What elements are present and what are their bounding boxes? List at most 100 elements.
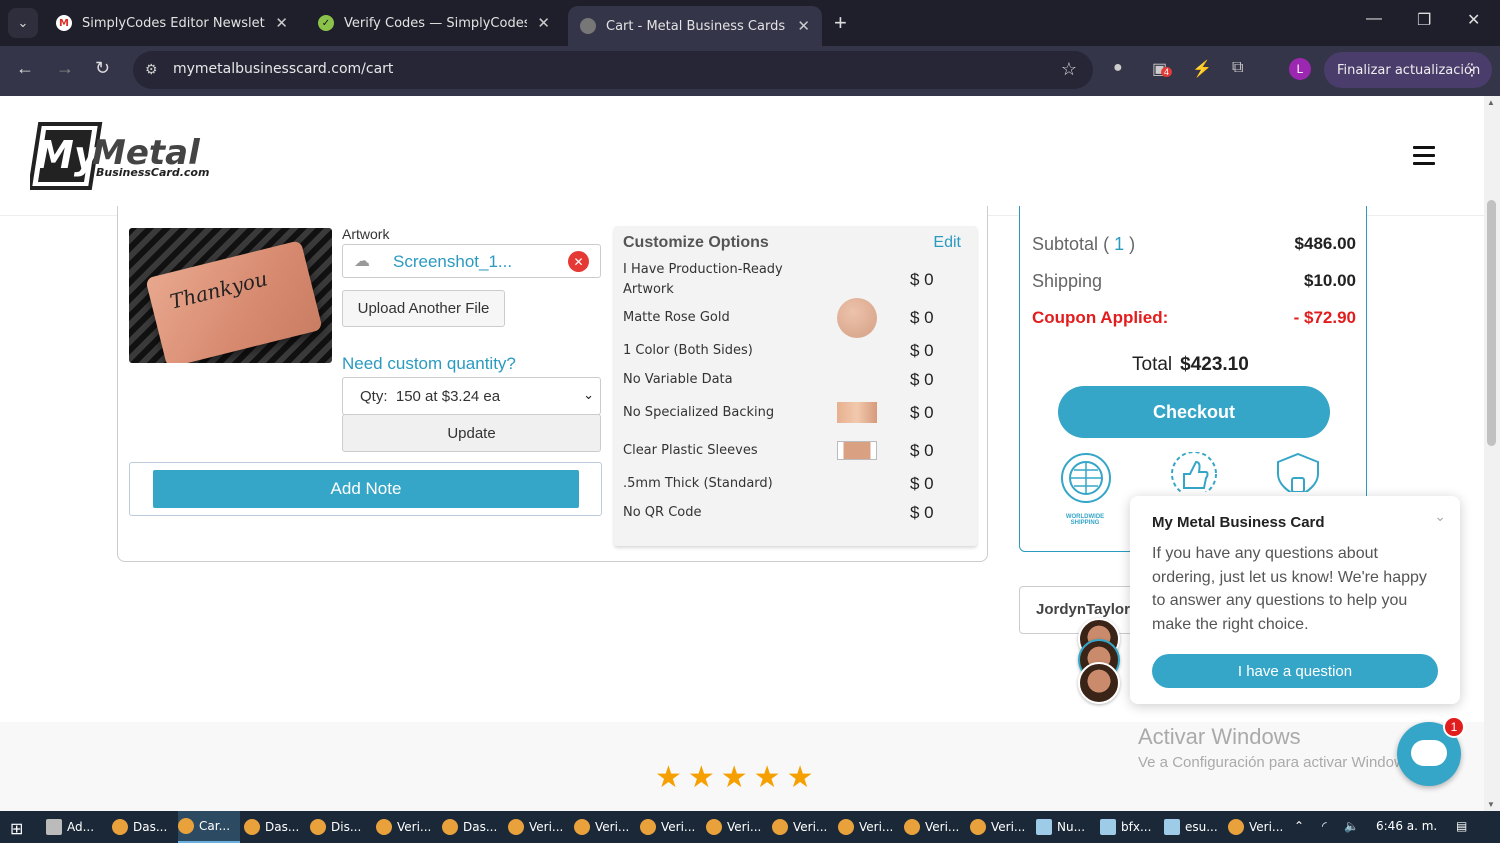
tab-label: Verify Codes — SimplyCodes [344, 15, 528, 31]
taskbar-item[interactable]: Das... [112, 811, 174, 843]
mymetal-logo[interactable]: My Metal BusinessCard.com [30, 116, 210, 194]
tab-cart[interactable]: Cart - Metal Business Cards | M ✕ [568, 6, 822, 46]
note-box: Add Note [129, 462, 602, 516]
close-tab-icon[interactable]: ✕ [275, 14, 288, 32]
close-window-icon[interactable]: ✕ [1467, 10, 1480, 30]
bookmark-star-icon[interactable]: ☆ [1061, 59, 1077, 80]
quantity-select[interactable]: Qty: 150 at $3.24 ea ⌄ [342, 377, 601, 415]
option-price: $ 0 [910, 308, 934, 327]
taskbar-item[interactable]: bfx... [1100, 811, 1162, 843]
subtotal-count: 1 [1114, 234, 1125, 254]
chevron-down-icon[interactable]: ⌄ [1434, 508, 1446, 525]
forward-icon[interactable]: → [56, 58, 74, 79]
taskbar-item[interactable]: Veri... [574, 811, 636, 843]
option-price: $ 0 [910, 403, 934, 422]
checkout-button[interactable]: Checkout [1058, 386, 1330, 438]
reload-icon[interactable]: ↻ [95, 58, 110, 79]
option-price: $ 0 [910, 474, 934, 493]
profile-avatar[interactable]: L [1289, 58, 1311, 80]
tab-search-button[interactable]: ⌄ [8, 8, 38, 38]
taskbar-item[interactable]: Veri... [970, 811, 1032, 843]
chat-popup: My Metal Business Card ⌄ If you have any… [1130, 496, 1460, 704]
upload-another-file-button[interactable]: Upload Another File [342, 290, 505, 327]
url-text[interactable]: mymetalbusinesscard.com/cart [173, 61, 393, 77]
taskbar-clock[interactable]: 6:46 a. m. [1376, 819, 1437, 833]
windows-start-icon[interactable]: ⊞ [10, 819, 23, 839]
taskbar-item[interactable]: Nu... [1036, 811, 1098, 843]
option-artwork: I Have Production-Ready Artwork [623, 262, 783, 297]
option-qr-code: No QR Code [623, 505, 702, 520]
close-tab-icon[interactable]: ✕ [797, 17, 810, 35]
cloud-upload-icon: ☁ [354, 253, 370, 270]
sleeve-swatch [837, 441, 877, 460]
five-star-rating: ★★★★★ [655, 761, 820, 794]
new-tab-icon[interactable]: + [834, 10, 847, 36]
volume-icon[interactable]: 🔈 [1344, 819, 1359, 833]
hamburger-menu-icon[interactable] [1413, 146, 1435, 170]
chat-title: My Metal Business Card [1152, 514, 1325, 531]
extension-badge-icon[interactable]: ▣ 4 [1152, 59, 1173, 79]
worldwide-shipping-label: WORLDWIDE SHIPPING [1065, 514, 1105, 526]
option-backing: No Specialized Backing [623, 405, 775, 420]
mymetal-icon [580, 18, 596, 34]
option-price: $ 0 [910, 270, 934, 289]
chevron-down-icon: ⌄ [583, 387, 594, 402]
artwork-thumbnail[interactable]: Thankyou [129, 228, 332, 363]
taskbar-item[interactable]: Veri... [1228, 811, 1290, 843]
back-icon[interactable]: ← [16, 58, 34, 79]
thumbs-up-icon [1171, 452, 1217, 492]
site-info-icon[interactable]: ⚙ [145, 61, 158, 78]
uploaded-file-field: ☁ Screenshot_1... ✕ [342, 244, 601, 278]
taskbar-item[interactable]: Veri... [376, 811, 438, 843]
browser-toolbar: ← → ↻ ⚙ mymetalbusinesscard.com/cart ☆ ●… [0, 46, 1500, 96]
finish-update-button[interactable]: Finalizar actualización ⋮ [1324, 52, 1492, 88]
agent-avatar[interactable] [1078, 662, 1120, 704]
tray-chevron-icon[interactable]: ⌃ [1294, 819, 1304, 833]
page-content: My Metal BusinessCard.com Thankyou Artwo… [0, 96, 1484, 811]
page-scrollbar[interactable]: ▲ ▼ [1484, 96, 1500, 811]
minimize-icon[interactable]: — [1366, 10, 1382, 28]
chat-unread-badge: 1 [1443, 716, 1465, 738]
taskbar-item[interactable]: Das... [442, 811, 504, 843]
extension-icon[interactable]: ● [1113, 59, 1123, 77]
tab-label: Cart - Metal Business Cards | M [606, 18, 787, 34]
update-button[interactable]: Update [342, 414, 601, 452]
taskbar-item[interactable]: Veri... [904, 811, 966, 843]
address-bar[interactable]: ⚙ mymetalbusinesscard.com/cart ☆ [133, 51, 1093, 89]
chat-launcher-button[interactable]: 1 [1397, 716, 1465, 786]
file-name[interactable]: Screenshot_1... [393, 252, 512, 272]
remove-file-icon[interactable]: ✕ [568, 251, 589, 272]
taskbar-item[interactable]: Ad... [46, 811, 108, 843]
restore-icon[interactable]: ❐ [1417, 10, 1431, 30]
taskbar-item[interactable]: Veri... [508, 811, 570, 843]
bolt-extension-icon[interactable]: ⚡ [1192, 59, 1212, 79]
svg-text:BusinessCard.com: BusinessCard.com [96, 166, 209, 179]
taskbar-item[interactable]: Das... [244, 811, 306, 843]
option-material: Matte Rose Gold [623, 310, 730, 325]
taskbar-item[interactable]: Dis... [310, 811, 372, 843]
scrollbar-thumb[interactable] [1487, 200, 1496, 446]
menu-dots-icon: ⋮ [1464, 60, 1480, 79]
option-price: $ 0 [910, 341, 934, 360]
wifi-icon[interactable]: ◜ [1322, 819, 1327, 833]
taskbar-item[interactable]: Car... [178, 811, 240, 843]
option-price: $ 0 [910, 370, 934, 389]
puzzle-extensions-icon[interactable]: ⧉ [1232, 59, 1243, 77]
taskbar-item[interactable]: Veri... [640, 811, 702, 843]
add-note-button[interactable]: Add Note [153, 470, 579, 508]
ask-question-button[interactable]: I have a question [1152, 654, 1438, 688]
taskbar-item[interactable]: esu... [1164, 811, 1226, 843]
close-tab-icon[interactable]: ✕ [537, 14, 550, 32]
taskbar-item[interactable]: Veri... [706, 811, 768, 843]
tab-newsletter[interactable]: M SimplyCodes Editor Newsletter ✕ [44, 6, 300, 40]
taskbar-item[interactable]: Veri... [838, 811, 900, 843]
cart-item-card: Thankyou Artwork ☁ Screenshot_1... ✕ Upl… [117, 206, 988, 562]
worldwide-shipping-icon [1061, 453, 1111, 503]
edit-options-link[interactable]: Edit [933, 234, 961, 252]
browser-tabstrip: ⌄ M SimplyCodes Editor Newsletter ✕ ✓ Ve… [0, 0, 1500, 46]
reviewer-name: JordynTaylorM [1036, 601, 1143, 618]
tab-verify-codes[interactable]: ✓ Verify Codes — SimplyCodes ✕ [306, 6, 562, 40]
taskbar-item[interactable]: Veri... [772, 811, 834, 843]
notifications-icon[interactable]: ▤ [1456, 819, 1467, 833]
custom-quantity-link[interactable]: Need custom quantity? [342, 354, 516, 374]
